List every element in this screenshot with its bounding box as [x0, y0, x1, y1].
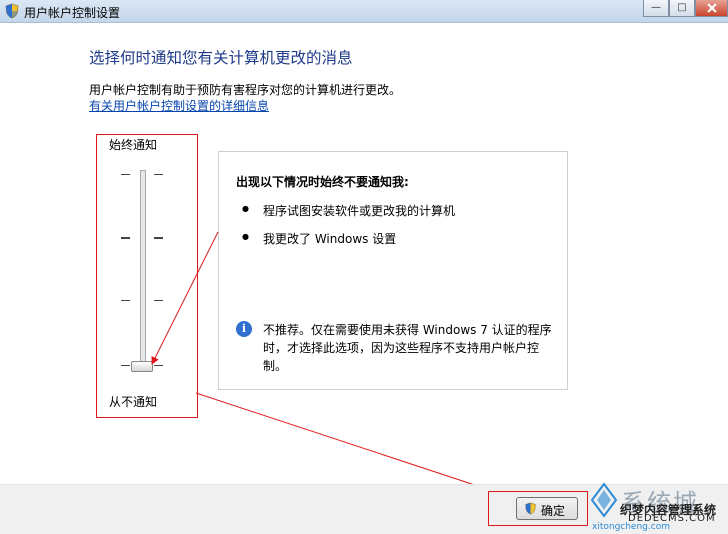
uac-details-link[interactable]: 有关用户帐户控制设置的详细信息 [89, 97, 269, 114]
slider-thumb[interactable] [131, 361, 153, 372]
slider-label-never-notify: 从不通知 [109, 395, 158, 409]
panel-bullet-1: 程序试图安装软件或更改我的计算机 [263, 204, 456, 218]
slider-label-always-notify: 始终通知 [109, 138, 158, 152]
uac-shield-icon [525, 502, 536, 515]
slider-annotation-box [96, 134, 198, 418]
maximize-button[interactable]: □ [669, 0, 695, 17]
info-icon: i [236, 321, 252, 337]
slider-tick [154, 300, 163, 301]
slider-tick [154, 237, 163, 239]
slider-track[interactable] [140, 170, 146, 372]
panel-bullet-2: 我更改了 Windows 设置 [263, 232, 397, 246]
watermark-url-secondary: xitongcheng.com [592, 522, 670, 532]
slider-tick [121, 237, 130, 239]
page-heading: 选择何时通知您有关计算机更改的消息 [89, 49, 353, 67]
panel-info-text: 不推荐。仅在需要使用未获得 Windows 7 认证的程序时，才选择此选项，因为… [263, 323, 552, 373]
ok-button[interactable]: 确定 [516, 497, 578, 520]
bullet-icon: ● [242, 232, 249, 241]
uac-shield-icon [5, 3, 19, 19]
close-icon [706, 3, 717, 13]
slider-tick [154, 365, 163, 366]
title-bar: 用户帐户控制设置 — □ [0, 0, 728, 23]
ok-button-label: 确定 [541, 504, 566, 518]
slider-tick [121, 300, 130, 301]
panel-title: 出现以下情况时始终不要通知我: [236, 175, 409, 189]
bullet-icon: ● [242, 204, 249, 213]
slider-tick [154, 174, 163, 175]
slider-tick [121, 365, 130, 366]
minimize-button[interactable]: — [643, 0, 669, 17]
close-button[interactable] [695, 0, 728, 17]
slider-tick [121, 174, 130, 175]
page-description: 用户帐户控制有助于预防有害程序对您的计算机进行更改。 [89, 83, 402, 97]
watermark-logo [590, 482, 618, 518]
window-title: 用户帐户控制设置 [24, 6, 121, 20]
